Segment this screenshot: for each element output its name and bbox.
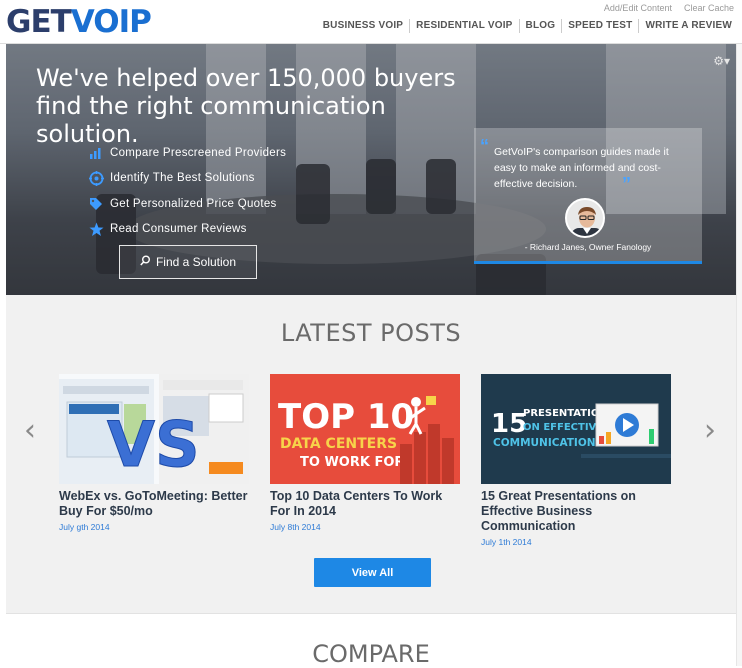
search-icon [140, 255, 151, 269]
nav-residential-voip[interactable]: RESIDENTIAL VOIP [409, 19, 518, 33]
post-title[interactable]: WebEx vs. GoToMeeting: Better Buy For $5… [59, 489, 249, 519]
carousel-prev-arrow[interactable]: ‹ [24, 413, 36, 448]
hero-banner: We've helped over 150,000 buyers find th… [6, 44, 736, 295]
nav-blog[interactable]: BLOG [518, 19, 562, 33]
target-icon [88, 170, 104, 186]
latest-posts-section: LATEST POSTS ‹ › VS WebEx vs. GoToMeetin… [6, 295, 736, 613]
post-card[interactable]: VS WebEx vs. GoToMeeting: Better Buy For… [59, 374, 249, 532]
post-thumb-line3: COMMUNICATION [493, 437, 596, 449]
post-card[interactable]: TOP 10 DATA CENTERS TO WORK FOR Top 10 D… [270, 374, 460, 532]
compare-section: COMPARE [6, 613, 736, 668]
post-thumb-vs: VS [107, 408, 200, 481]
post-date: July 1th 2014 [481, 537, 532, 547]
post-thumb-num: 15 [491, 409, 527, 439]
feature-item: Compare Prescreened Providers [88, 140, 286, 166]
post-date: July 8th 2014 [270, 522, 321, 532]
feature-item: Read Consumer Reviews [88, 217, 286, 243]
nav-business-voip[interactable]: BUSINESS VOIP [317, 19, 409, 33]
logo-get: GET [6, 4, 72, 40]
add-edit-content-link[interactable]: Add/Edit Content [604, 3, 672, 13]
nav-speed-test[interactable]: SPEED TEST [561, 19, 638, 33]
page-scroll-edge [736, 44, 742, 666]
feature-list: Compare Prescreened Providers Identify T… [88, 140, 286, 242]
post-card[interactable]: 15 PRESENTATIONS ON EFFECTIVE COMMUNICAT… [481, 374, 671, 547]
post-thumbnail[interactable]: VS [59, 374, 249, 484]
logo-voip: VOIP [70, 4, 152, 40]
bar-chart-icon [88, 145, 104, 161]
nav-write-a-review[interactable]: WRITE A REVIEW [638, 19, 738, 33]
compare-title: COMPARE [312, 640, 430, 668]
post-thumb-line1: TOP 10 [278, 397, 414, 437]
post-date: July gth 2014 [59, 522, 110, 532]
post-thumb-line3: TO WORK FOR [300, 455, 404, 470]
open-quote-icon: “ [480, 136, 489, 156]
post-title[interactable]: 15 Great Presentations on Effective Busi… [481, 489, 671, 534]
post-thumbnail[interactable]: TOP 10 DATA CENTERS TO WORK FOR [270, 374, 460, 484]
post-thumb-line2: DATA CENTERS [280, 436, 397, 452]
feature-label: Read Consumer Reviews [110, 223, 247, 236]
close-quote-icon: ” [622, 174, 631, 194]
find-a-solution-button[interactable]: Find a Solution [119, 245, 257, 279]
logo-text: GETVOIP [6, 4, 152, 40]
avatar [565, 198, 605, 238]
testimonial-card: “ GetVoIP's comparison guides made it ea… [474, 128, 702, 264]
post-title[interactable]: Top 10 Data Centers To Work For In 2014 [270, 489, 460, 519]
feature-label: Compare Prescreened Providers [110, 146, 287, 159]
feature-label: Get Personalized Price Quotes [110, 197, 277, 210]
post-thumb-line2: ON EFFECTIVE [523, 422, 603, 433]
latest-posts-title: LATEST POSTS [280, 319, 462, 347]
feature-item: Identify The Best Solutions [88, 166, 286, 192]
hero-title: We've helped over 150,000 buyers find th… [36, 64, 456, 148]
clear-cache-link[interactable]: Clear Cache [684, 3, 734, 13]
site-header: GETVOIP Add/Edit Content Clear Cache BUS… [0, 0, 742, 44]
testimonial-quote: GetVoIP's comparison guides made it easy… [494, 146, 669, 190]
post-thumbnail[interactable]: 15 PRESENTATIONS ON EFFECTIVE COMMUNICAT… [481, 374, 671, 484]
tag-icon [88, 196, 104, 212]
star-icon [88, 221, 104, 237]
view-all-button[interactable]: View All [314, 558, 431, 587]
site-logo[interactable]: GETVOIP [6, 2, 152, 42]
feature-item: Get Personalized Price Quotes [88, 191, 286, 217]
feature-label: Identify The Best Solutions [110, 172, 255, 185]
gear-icon[interactable]: ⚙▾ [713, 54, 730, 68]
carousel-next-arrow[interactable]: › [704, 413, 716, 448]
testimonial-attribution: - Richard Janes, Owner Fanology [524, 242, 652, 252]
utility-links: Add/Edit Content Clear Cache [604, 3, 734, 13]
find-a-solution-label: Find a Solution [155, 255, 237, 269]
main-nav: BUSINESS VOIP RESIDENTIAL VOIP BLOG SPEE… [317, 19, 738, 33]
